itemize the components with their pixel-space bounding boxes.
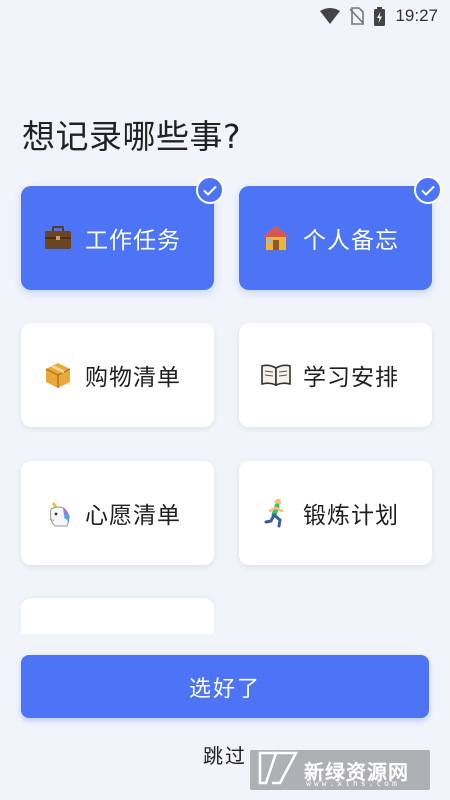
category-card-partial[interactable] [21, 598, 214, 634]
category-card-personal[interactable]: 个人备忘 [239, 176, 442, 290]
house-icon [261, 223, 291, 253]
unicorn-icon [43, 498, 73, 528]
category-label: 个人备忘 [303, 228, 399, 254]
category-label: 学习安排 [303, 365, 399, 391]
category-card-study[interactable]: 学习安排 [239, 323, 432, 427]
category-label: 购物清单 [85, 365, 181, 391]
briefcase-icon [43, 223, 73, 253]
category-card-work[interactable]: 工作任务 [21, 176, 224, 290]
category-label: 锻炼计划 [303, 503, 399, 529]
category-label: 工作任务 [85, 228, 181, 254]
open-book-icon [261, 360, 291, 390]
no-sim-icon [350, 7, 365, 25]
category-card-exercise[interactable]: 锻炼计划 [239, 461, 432, 565]
watermark-subtext: www.xlhs.com [306, 779, 400, 788]
runner-icon [261, 498, 291, 528]
status-time: 19:27 [395, 6, 438, 25]
page-title: 想记录哪些事? [22, 117, 242, 156]
confirm-button[interactable]: 选好了 [21, 655, 429, 718]
watermark-logo-icon [258, 751, 299, 789]
battery-charging-icon [374, 6, 386, 26]
category-card-wishlist[interactable]: 心愿清单 [21, 461, 214, 565]
category-label: 心愿清单 [85, 503, 181, 529]
checkmark-icon [196, 176, 224, 204]
wifi-icon [320, 8, 341, 24]
package-icon [43, 360, 73, 390]
watermark: 新绿资源网 www.xlhs.com [250, 750, 430, 790]
skip-label: 跳过 [203, 744, 247, 768]
status-bar: 19:27 [0, 0, 450, 32]
checkmark-icon [414, 176, 442, 204]
category-card-shopping[interactable]: 购物清单 [21, 323, 214, 427]
